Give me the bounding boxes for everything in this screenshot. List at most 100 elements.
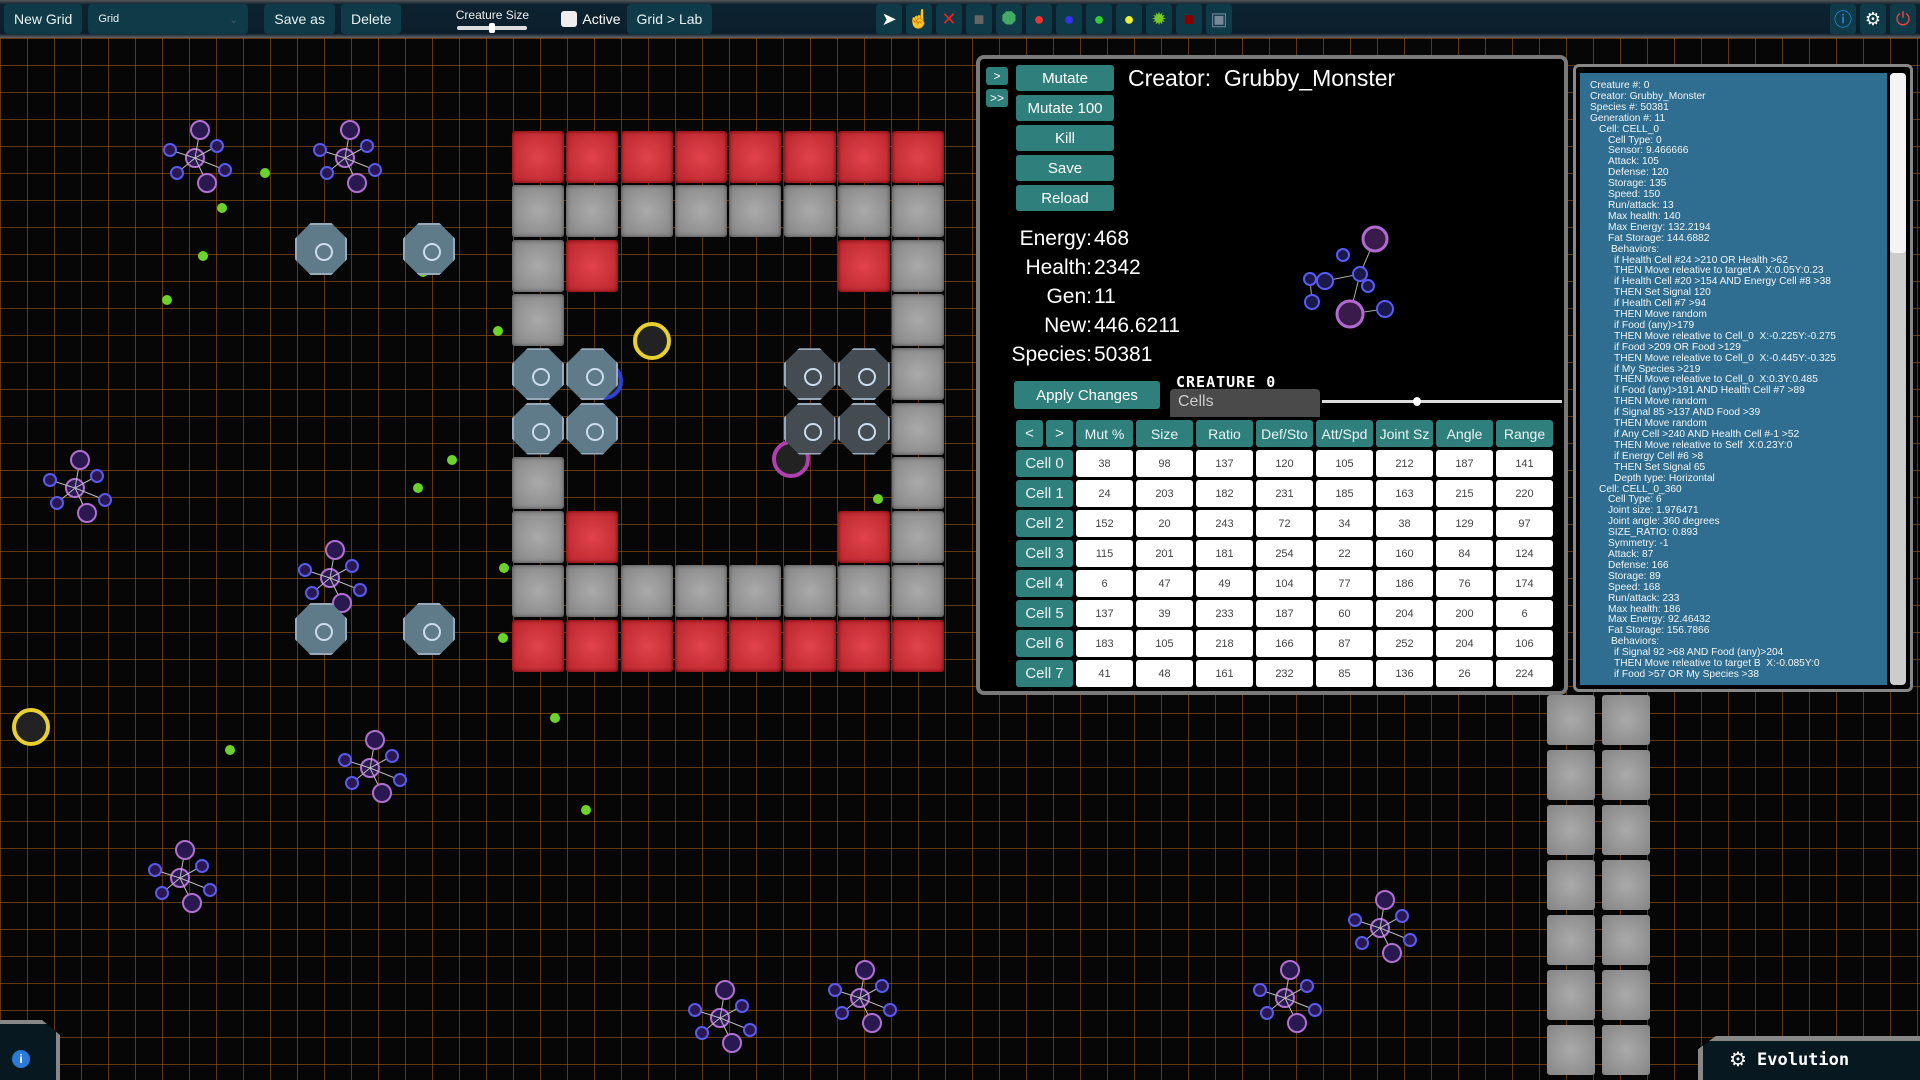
creature[interactable] — [828, 960, 897, 1033]
zoom-slider[interactable] — [1322, 397, 1562, 406]
blue-creature-icon[interactable]: ● — [1056, 4, 1082, 34]
cell-value-input[interactable]: 84 — [1436, 540, 1493, 567]
cell-value-input[interactable]: 49 — [1196, 570, 1253, 597]
cell-value-input[interactable]: 22 — [1316, 540, 1373, 567]
cell-value-input[interactable]: 105 — [1136, 630, 1193, 657]
cell-value-input[interactable]: 182 — [1196, 480, 1253, 507]
cell-value-input[interactable]: 124 — [1496, 540, 1553, 567]
cell-value-input[interactable]: 200 — [1436, 600, 1493, 627]
cell-value-input[interactable]: 34 — [1316, 510, 1373, 537]
cell-value-input[interactable]: 252 — [1376, 630, 1433, 657]
cell-value-input[interactable]: 120 — [1256, 450, 1313, 477]
cell-value-input[interactable]: 115 — [1076, 540, 1133, 567]
mutate-button[interactable]: Mutate — [1016, 65, 1114, 91]
cell-value-input[interactable]: 174 — [1496, 570, 1553, 597]
yellow-creature-icon[interactable]: ● — [1116, 4, 1142, 34]
lab-device-icon[interactable]: ▣ — [1206, 4, 1232, 34]
creature[interactable] — [148, 840, 217, 913]
cell-value-input[interactable]: 224 — [1496, 660, 1553, 687]
prev-button[interactable]: < — [1016, 420, 1043, 447]
cell-row-button[interactable]: Cell 7 — [1016, 660, 1073, 687]
checkbox-box[interactable] — [561, 11, 578, 27]
cell-value-input[interactable]: 186 — [1376, 570, 1433, 597]
cell-value-input[interactable]: 185 — [1316, 480, 1373, 507]
creature[interactable] — [12, 708, 50, 746]
cell-value-input[interactable]: 72 — [1256, 510, 1313, 537]
cell-value-input[interactable]: 201 — [1136, 540, 1193, 567]
exit-icon[interactable]: ⏻ — [1890, 4, 1916, 34]
slider-knob[interactable] — [1413, 397, 1422, 406]
reload-button[interactable]: Reload — [1016, 185, 1114, 211]
cell-value-input[interactable]: 26 — [1436, 660, 1493, 687]
cell-value-input[interactable]: 137 — [1196, 450, 1253, 477]
cell-value-input[interactable]: 38 — [1076, 450, 1133, 477]
cell-value-input[interactable]: 220 — [1496, 480, 1553, 507]
cell-value-input[interactable]: 183 — [1076, 630, 1133, 657]
expand-more-button[interactable]: >> — [986, 89, 1008, 107]
cell-value-input[interactable]: 212 — [1376, 450, 1433, 477]
cell-value-input[interactable]: 141 — [1496, 450, 1553, 477]
apply-changes-button[interactable]: Apply Changes — [1014, 381, 1160, 409]
cell-value-input[interactable]: 60 — [1316, 600, 1373, 627]
column-header[interactable]: Size — [1136, 420, 1193, 447]
cell-row-button[interactable]: Cell 2 — [1016, 510, 1073, 537]
creature[interactable] — [633, 322, 671, 360]
cell-value-input[interactable]: 48 — [1136, 660, 1193, 687]
select-arrow-icon[interactable]: ➤ — [876, 4, 902, 34]
cell-value-input[interactable]: 24 — [1076, 480, 1133, 507]
cell-value-input[interactable]: 218 — [1196, 630, 1253, 657]
cell-value-input[interactable]: 77 — [1316, 570, 1373, 597]
cell-row-button[interactable]: Cell 5 — [1016, 600, 1073, 627]
delete-x-icon[interactable]: ✕ — [936, 4, 962, 34]
cell-value-input[interactable]: 231 — [1256, 480, 1313, 507]
cell-value-input[interactable]: 204 — [1436, 630, 1493, 657]
cell-value-input[interactable]: 104 — [1256, 570, 1313, 597]
info-scrollbar[interactable] — [1890, 73, 1906, 685]
red-creature-icon[interactable]: ● — [1026, 4, 1052, 34]
column-header[interactable]: Joint Sz — [1376, 420, 1433, 447]
column-header[interactable]: Angle — [1436, 420, 1493, 447]
cell-value-input[interactable]: 187 — [1256, 600, 1313, 627]
creature[interactable] — [298, 540, 367, 613]
cell-row-button[interactable]: Cell 0 — [1016, 450, 1073, 477]
cell-value-input[interactable]: 38 — [1376, 510, 1433, 537]
cell-value-input[interactable]: 20 — [1136, 510, 1193, 537]
cell-value-input[interactable]: 163 — [1376, 480, 1433, 507]
save-button[interactable]: Save — [1016, 155, 1114, 181]
cell-value-input[interactable]: 98 — [1136, 450, 1193, 477]
tab-cells[interactable]: Cells — [1170, 389, 1320, 417]
cell-value-input[interactable]: 97 — [1496, 510, 1553, 537]
cell-value-input[interactable]: 204 — [1376, 600, 1433, 627]
creature[interactable] — [338, 730, 407, 803]
creature[interactable] — [1253, 960, 1322, 1033]
column-header[interactable]: Ratio — [1196, 420, 1253, 447]
column-header[interactable]: Def/Sto — [1256, 420, 1313, 447]
cell-row-button[interactable]: Cell 4 — [1016, 570, 1073, 597]
column-header[interactable]: Att/Spd — [1316, 420, 1373, 447]
cell-value-input[interactable]: 39 — [1136, 600, 1193, 627]
grid-select[interactable]: Grid ⌄ — [88, 4, 249, 34]
wall-octagon-icon[interactable]: ⯃ — [996, 4, 1022, 34]
creature[interactable] — [1348, 890, 1417, 963]
cell-value-input[interactable]: 76 — [1436, 570, 1493, 597]
cell-value-input[interactable]: 254 — [1256, 540, 1313, 567]
cell-value-input[interactable]: 232 — [1256, 660, 1313, 687]
active-checkbox[interactable]: Active — [561, 11, 621, 27]
delete-button[interactable]: Delete — [340, 4, 402, 34]
column-header[interactable]: Mut % — [1076, 420, 1133, 447]
creature[interactable] — [43, 450, 112, 523]
slider-knob[interactable] — [489, 23, 496, 33]
scrollbar-thumb[interactable] — [1890, 73, 1906, 253]
mutate-100-button[interactable]: Mutate 100 — [1016, 95, 1114, 121]
gear-icon[interactable]: ⚙ — [1860, 4, 1886, 34]
creature-size-slider[interactable] — [457, 23, 528, 33]
cell-value-input[interactable]: 152 — [1076, 510, 1133, 537]
cell-value-input[interactable]: 87 — [1316, 630, 1373, 657]
cell-value-input[interactable]: 6 — [1076, 570, 1133, 597]
column-header[interactable]: Range — [1496, 420, 1553, 447]
info-icon[interactable]: i — [12, 1050, 30, 1068]
next-button[interactable]: > — [1046, 420, 1073, 447]
cell-value-input[interactable]: 187 — [1436, 450, 1493, 477]
cell-value-input[interactable]: 136 — [1376, 660, 1433, 687]
cell-value-input[interactable]: 203 — [1136, 480, 1193, 507]
